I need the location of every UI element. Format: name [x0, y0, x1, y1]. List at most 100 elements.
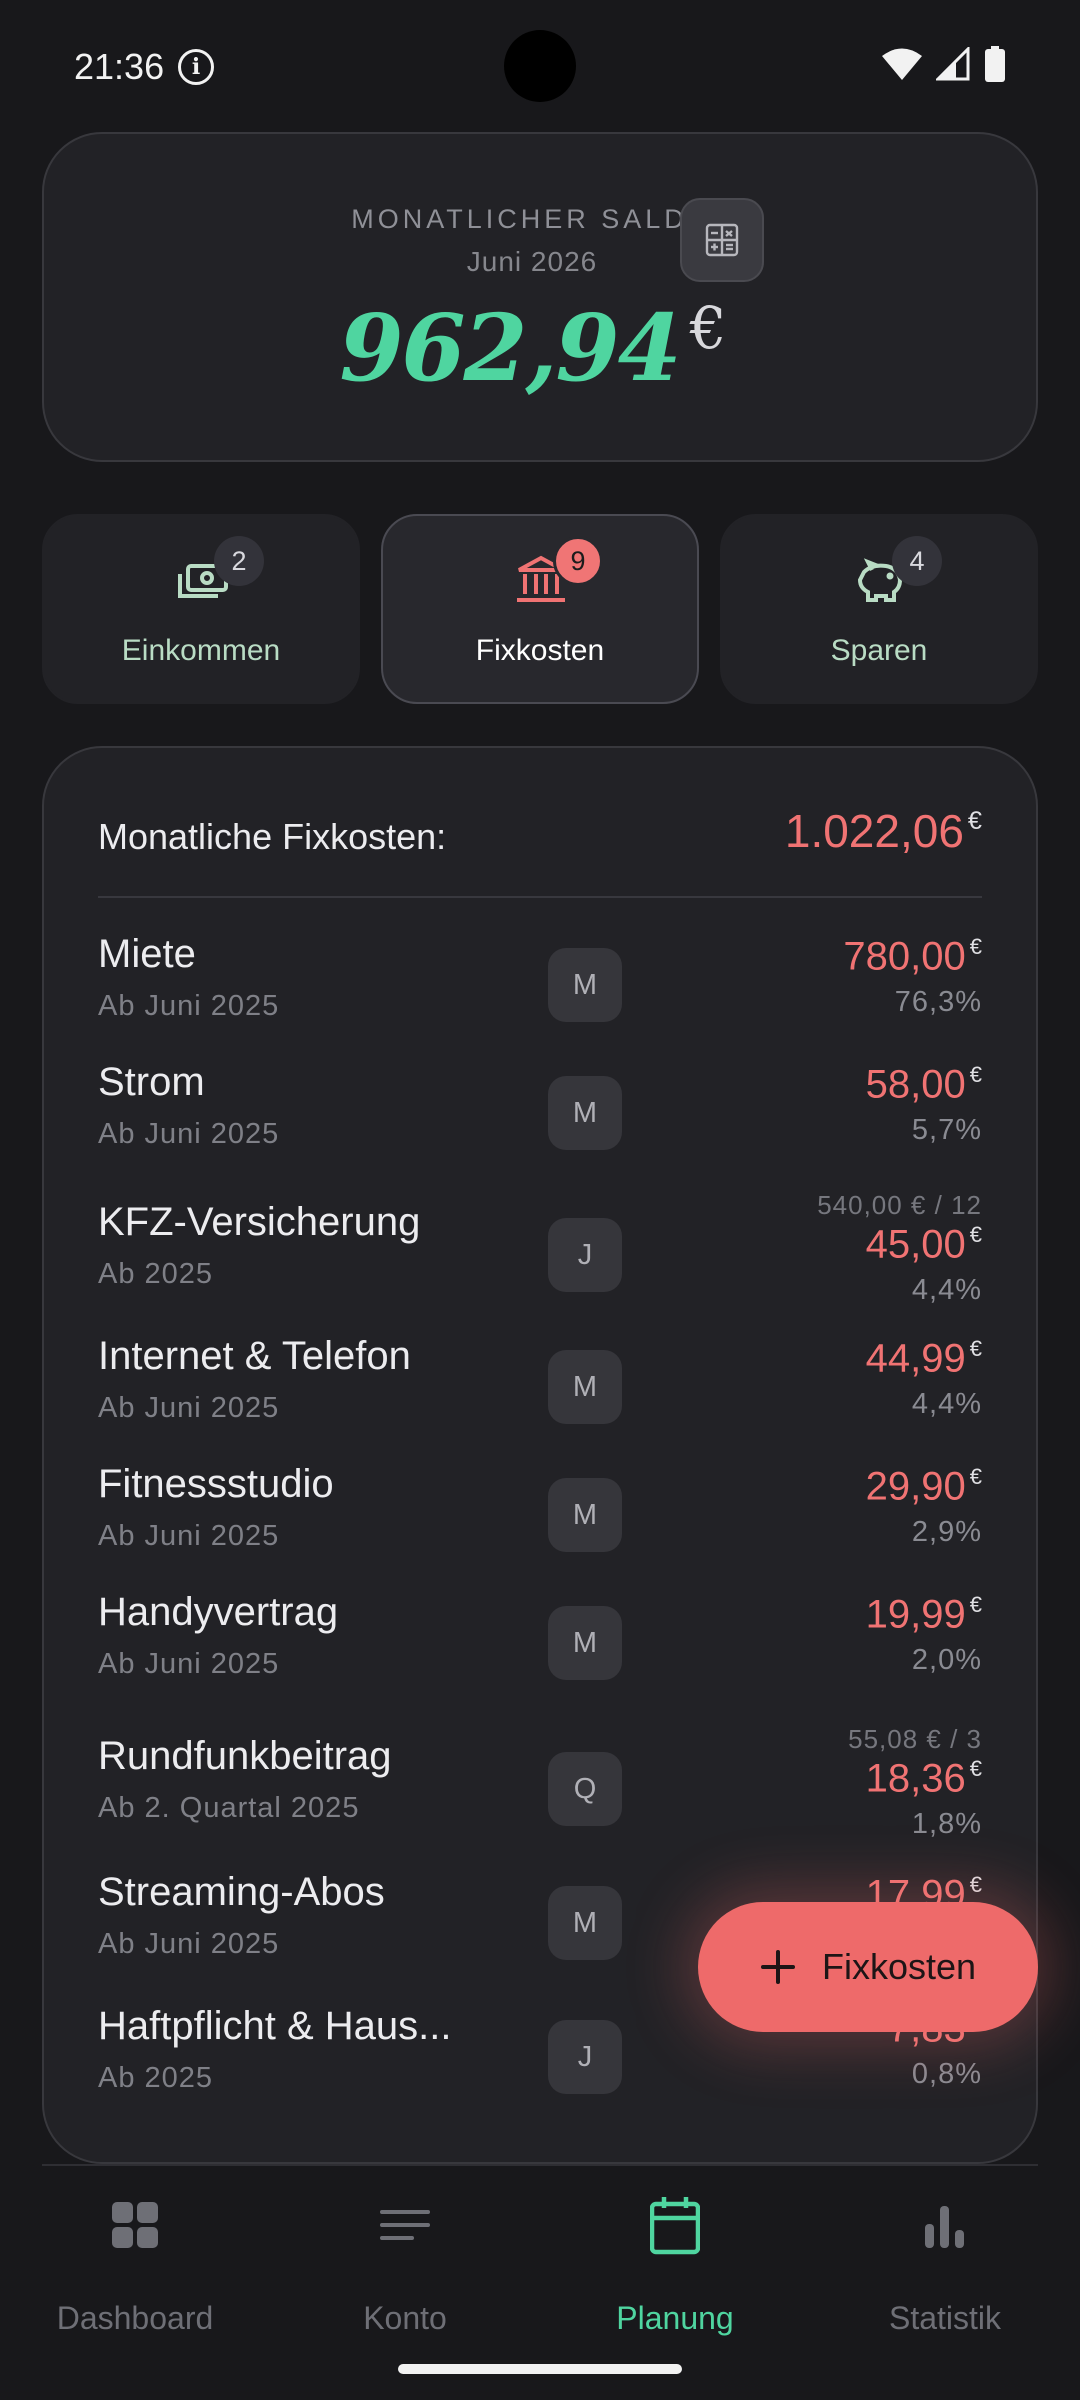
amount-value: 18,36 — [865, 1756, 966, 1801]
tab-sparen-count: 4 — [892, 536, 942, 586]
tab-einkommen-count: 2 — [214, 536, 264, 586]
fixed-costs-total-currency: € — [967, 807, 982, 836]
balance-value: 962,94 € — [44, 294, 1020, 402]
list-item-amount: 45,00 € — [866, 1222, 982, 1267]
list-item-name: Internet & Telefon — [98, 1334, 411, 1378]
list-item-since: Ab 2025 — [98, 2062, 214, 2094]
wifi-icon — [882, 48, 922, 80]
frequency-badge: M — [548, 1478, 622, 1552]
nav-dashboard-label: Dashboard — [56, 2300, 214, 2336]
list-item-handyvertrag[interactable]: Handyvertrag Ab Juni 2025 M 19,99 € 2,0% — [98, 1588, 982, 1698]
nav-dashboard[interactable]: Dashboard — [0, 2196, 270, 2336]
list-item-name: Strom — [98, 1060, 205, 1104]
fixed-costs-total-label: Monatliche Fixkosten: — [98, 816, 447, 857]
list-item-since: Ab Juni 2025 — [98, 1928, 280, 1960]
list-item-miete[interactable]: Miete Ab Juni 2025 M 780,00 € 76,3% — [98, 930, 982, 1040]
balance-label: MONATLICHER SALDO — [351, 204, 713, 234]
list-item-amount: 19,99 € — [866, 1592, 982, 1637]
list-item-since: Ab Juni 2025 — [98, 1520, 280, 1552]
list-item-percent: 4,4% — [911, 1274, 982, 1306]
list-item-amount: 780,00 € — [843, 934, 982, 979]
balance-currency: € — [689, 294, 727, 362]
amount-currency: € — [969, 1464, 982, 1489]
list-item-name: Rundfunkbeitrag — [98, 1734, 392, 1778]
list-item-name: Fitnessstudio — [98, 1462, 334, 1506]
list-item-name: Handyvertrag — [98, 1590, 339, 1634]
divider — [98, 896, 982, 898]
amount-value: 44,99 — [865, 1336, 966, 1381]
amount-value: 19,99 — [865, 1592, 966, 1637]
amount-value: 780,00 — [843, 934, 966, 979]
plus-icon — [760, 1950, 795, 1984]
tab-sparen-label: Sparen — [830, 634, 928, 667]
list-item-name: KFZ-Versicherung — [98, 1200, 421, 1244]
nav-planung[interactable]: Planung — [540, 2196, 810, 2336]
nav-planung-label: Planung — [616, 2300, 734, 2336]
list-item-internet-telefon[interactable]: Internet & Telefon Ab Juni 2025 M 44,99 €… — [98, 1332, 982, 1442]
list-item-since: Ab Juni 2025 — [98, 990, 280, 1022]
list-item-name: Streaming-Abos — [98, 1870, 385, 1914]
nav-statistik-label: Statistik — [888, 2300, 1002, 2336]
tab-fixkosten-count: 9 — [553, 536, 603, 586]
frequency-badge: J — [548, 1218, 622, 1292]
frequency-badge: M — [548, 948, 622, 1022]
balance-amount: 962,94 — [339, 294, 681, 402]
list-item-percent: 4,4% — [911, 1388, 982, 1420]
list-item-percent: 2,9% — [911, 1516, 982, 1548]
list-item-amount: 58,00 € — [866, 1062, 982, 1107]
balance-month: Juni 2026 — [466, 246, 598, 277]
list-item-since: Ab 2. Quartal 2025 — [98, 1792, 360, 1824]
add-fixkosten-button[interactable]: Fixkosten — [698, 1902, 1038, 2032]
list-item-fitnessstudio[interactable]: Fitnessstudio Ab Juni 2025 M 29,90 € 2,9% — [98, 1460, 982, 1570]
frequency-badge: M — [548, 1076, 622, 1150]
amount-currency: € — [969, 1336, 982, 1361]
lines-icon — [380, 2210, 430, 2240]
frequency-badge: M — [548, 1886, 622, 1960]
tab-einkommen[interactable]: 2 Einkommen — [42, 514, 360, 704]
list-item-amount: 29,90 € — [866, 1464, 982, 1509]
battery-icon — [985, 46, 1005, 82]
list-item-name: Miete — [98, 932, 196, 976]
camera-cutout — [504, 30, 576, 102]
home-indicator[interactable] — [398, 2364, 682, 2374]
tab-fixkosten-label: Fixkosten — [475, 634, 605, 667]
list-item-since: Ab Juni 2025 — [98, 1392, 280, 1424]
tab-sparen[interactable]: 4 Sparen — [720, 514, 1038, 704]
amount-currency: € — [969, 1062, 982, 1087]
amount-currency: € — [969, 1872, 982, 1897]
amount-value: 58,00 — [865, 1062, 966, 1107]
calculator-icon — [705, 223, 739, 257]
nav-statistik[interactable]: Statistik — [810, 2196, 1080, 2336]
list-item-rundfunkbeitrag[interactable]: Rundfunkbeitrag Ab 2. Quartal 2025 Q 55,… — [98, 1724, 982, 1844]
list-item-calculation-note: 540,00 € / 12 — [817, 1190, 982, 1220]
list-item-kfz-versicherung[interactable]: KFZ-Versicherung Ab 2025 J 540,00 € / 12… — [98, 1190, 982, 1310]
amount-currency: € — [969, 934, 982, 959]
calendar-icon — [650, 2197, 700, 2255]
list-item-percent: 1,8% — [911, 1808, 982, 1840]
amount-currency: € — [969, 1592, 982, 1617]
tab-fixkosten[interactable]: 9 Fixkosten — [381, 514, 699, 704]
list-item-since: Ab Juni 2025 — [98, 1118, 280, 1150]
nav-konto-label: Konto — [363, 2300, 447, 2336]
list-item-amount: 44,99 € — [866, 1336, 982, 1381]
fixed-costs-total-row: Monatliche Fixkosten: 1.022,06 € — [98, 800, 982, 880]
list-item-amount: 18,36 € — [866, 1756, 982, 1801]
list-item-strom[interactable]: Strom Ab Juni 2025 M 58,00 € 5,7% — [98, 1058, 982, 1168]
list-item-percent: 0,8% — [911, 2058, 982, 2090]
system-icons — [882, 46, 1006, 82]
cell-signal-icon — [936, 47, 970, 81]
fixed-costs-total-value: 1.022,06 € — [785, 804, 982, 858]
list-item-since: Ab 2025 — [98, 1258, 214, 1290]
calculator-button[interactable] — [680, 198, 764, 282]
list-item-name: Haftpflicht & Haus... — [98, 2004, 452, 2048]
tab-einkommen-label: Einkommen — [121, 634, 281, 667]
bar-chart-icon — [925, 2206, 964, 2248]
frequency-badge: M — [548, 1606, 622, 1680]
category-tabs: 2 Einkommen 9 Fixkosten 4 Sparen — [42, 514, 1038, 704]
frequency-badge: Q — [548, 1752, 622, 1826]
status-bar: 21:36 i — [0, 0, 1080, 130]
info-icon: i — [178, 49, 215, 85]
grid-icon — [112, 2202, 158, 2248]
nav-konto[interactable]: Konto — [270, 2196, 540, 2336]
add-fixkosten-label: Fixkosten — [821, 1946, 977, 1987]
